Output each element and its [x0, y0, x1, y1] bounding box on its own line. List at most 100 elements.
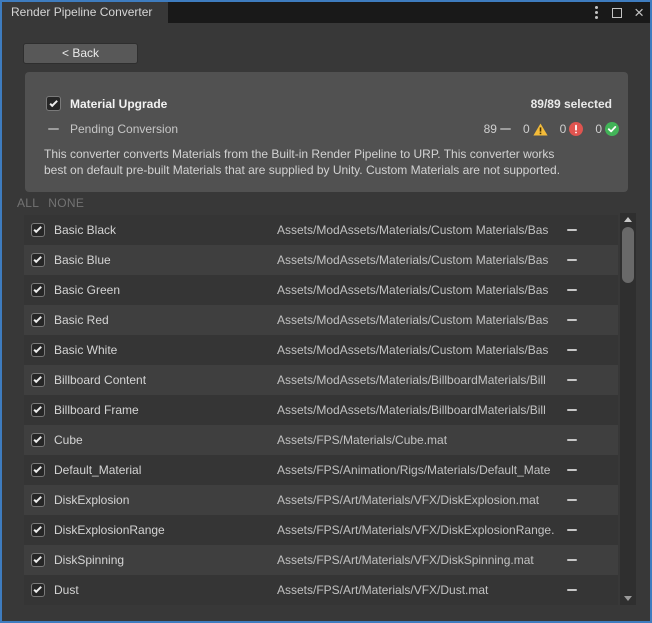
material-row[interactable]: Basic Black Assets/ModAssets/Materials/C… [24, 215, 618, 245]
error-icon [569, 122, 583, 136]
item-label: Cube [54, 433, 83, 447]
material-row[interactable]: Cube Assets/FPS/Materials/Cube.mat [24, 425, 618, 455]
item-path: Assets/ModAssets/Materials/BillboardMate… [277, 373, 564, 387]
close-icon[interactable]: × [634, 6, 644, 20]
pending-row: Pending Conversion 89 0 0 [48, 122, 619, 136]
item-path: Assets/FPS/Animation/Rigs/Materials/Defa… [277, 463, 564, 477]
warning-count: 0 [523, 122, 530, 136]
row-status-dash-icon [567, 259, 577, 261]
row-status-dash-icon [567, 349, 577, 351]
row-status-dash-icon [567, 559, 577, 561]
item-path: Assets/FPS/Art/Materials/VFX/DiskSpinnin… [277, 553, 564, 567]
check-icon [33, 465, 41, 473]
row-checkbox[interactable] [31, 313, 45, 327]
materials-list: Basic Black Assets/ModAssets/Materials/C… [24, 215, 618, 605]
tab-render-pipeline-converter[interactable]: Render Pipeline Converter [2, 2, 168, 23]
row-status-dash-icon [567, 289, 577, 291]
item-path: Assets/FPS/Materials/Cube.mat [277, 433, 564, 447]
row-checkbox[interactable] [31, 493, 45, 507]
row-checkbox[interactable] [31, 523, 45, 537]
list-controls: ALL NONE [17, 196, 84, 210]
material-row[interactable]: DiskExplosion Assets/FPS/Art/Materials/V… [24, 485, 618, 515]
warning-icon [533, 123, 548, 136]
row-status-dash-icon [567, 409, 577, 411]
item-label: DiskSpinning [54, 553, 124, 567]
material-row[interactable]: DiskSpinning Assets/FPS/Art/Materials/VF… [24, 545, 618, 575]
material-row[interactable]: Billboard Frame Assets/ModAssets/Materia… [24, 395, 618, 425]
row-checkbox[interactable] [31, 253, 45, 267]
item-label: Billboard Frame [54, 403, 139, 417]
scroll-up-icon[interactable] [624, 217, 632, 222]
row-checkbox[interactable] [31, 283, 45, 297]
render-pipeline-converter-window: Render Pipeline Converter × < Back Mater… [0, 0, 652, 623]
row-checkbox[interactable] [31, 343, 45, 357]
row-checkbox[interactable] [31, 223, 45, 237]
item-label: Basic Blue [54, 253, 111, 267]
row-checkbox[interactable] [31, 583, 45, 597]
pending-dash-icon [48, 128, 59, 130]
converter-checkbox[interactable] [46, 96, 61, 111]
check-icon [33, 525, 41, 533]
material-row[interactable]: Basic White Assets/ModAssets/Materials/C… [24, 335, 618, 365]
material-row[interactable]: Billboard Content Assets/ModAssets/Mater… [24, 365, 618, 395]
converter-title: Material Upgrade [70, 97, 167, 111]
check-icon [33, 375, 41, 383]
check-icon [33, 585, 41, 593]
item-label: DiskExplosion [54, 493, 129, 507]
success-icon [605, 122, 619, 136]
item-label: Basic Green [54, 283, 120, 297]
row-status-dash-icon [567, 499, 577, 501]
scroll-down-icon[interactable] [624, 596, 632, 601]
converter-panel: Material Upgrade 89/89 selected Pending … [25, 72, 628, 192]
item-path: Assets/ModAssets/Materials/Custom Materi… [277, 223, 564, 237]
check-icon [33, 285, 41, 293]
item-label: Default_Material [54, 463, 141, 477]
scroll-thumb[interactable] [622, 227, 634, 283]
pending-count: 89 [484, 122, 497, 136]
maximize-icon[interactable] [612, 8, 622, 18]
material-row[interactable]: Basic Green Assets/ModAssets/Materials/C… [24, 275, 618, 305]
status-counts: 89 0 0 0 [484, 122, 619, 136]
item-path: Assets/FPS/Art/Materials/VFX/Dust.mat [277, 583, 564, 597]
back-button[interactable]: < Back [23, 43, 138, 64]
converter-description: This converter converts Materials from t… [44, 146, 614, 178]
check-icon [33, 255, 41, 263]
item-path: Assets/ModAssets/Materials/Custom Materi… [277, 283, 564, 297]
check-icon [49, 98, 57, 106]
description-line-2: best on default pre-built Materials that… [44, 162, 614, 178]
window-title: Render Pipeline Converter [11, 5, 152, 19]
check-icon [33, 225, 41, 233]
row-checkbox[interactable] [31, 553, 45, 567]
check-icon [33, 405, 41, 413]
item-path: Assets/ModAssets/Materials/Custom Materi… [277, 343, 564, 357]
item-label: DiskExplosionRange [54, 523, 165, 537]
check-icon [33, 345, 41, 353]
row-status-dash-icon [567, 379, 577, 381]
select-none-button[interactable]: NONE [48, 196, 84, 210]
material-row[interactable]: Basic Blue Assets/ModAssets/Materials/Cu… [24, 245, 618, 275]
pending-count-dash-icon [500, 128, 511, 130]
material-row[interactable]: Dust Assets/FPS/Art/Materials/VFX/Dust.m… [24, 575, 618, 605]
select-all-button[interactable]: ALL [17, 196, 39, 210]
scrollbar[interactable] [620, 213, 636, 605]
material-row[interactable]: DiskExplosionRange Assets/FPS/Art/Materi… [24, 515, 618, 545]
kebab-menu-icon[interactable] [593, 4, 600, 21]
material-row[interactable]: Default_Material Assets/FPS/Animation/Ri… [24, 455, 618, 485]
item-path: Assets/ModAssets/Materials/Custom Materi… [277, 253, 564, 267]
item-path: Assets/ModAssets/Materials/BillboardMate… [277, 403, 564, 417]
row-status-dash-icon [567, 589, 577, 591]
row-checkbox[interactable] [31, 433, 45, 447]
row-checkbox[interactable] [31, 463, 45, 477]
row-status-dash-icon [567, 439, 577, 441]
pending-label: Pending Conversion [70, 122, 178, 136]
description-line-1: This converter converts Materials from t… [44, 146, 614, 162]
row-checkbox[interactable] [31, 403, 45, 417]
check-icon [33, 435, 41, 443]
row-status-dash-icon [567, 229, 577, 231]
row-status-dash-icon [567, 469, 577, 471]
selected-count: 89/89 selected [531, 97, 612, 111]
row-checkbox[interactable] [31, 373, 45, 387]
material-row[interactable]: Basic Red Assets/ModAssets/Materials/Cus… [24, 305, 618, 335]
converter-header-row: Material Upgrade 89/89 selected [46, 96, 612, 111]
titlebar-controls: × [593, 2, 644, 23]
